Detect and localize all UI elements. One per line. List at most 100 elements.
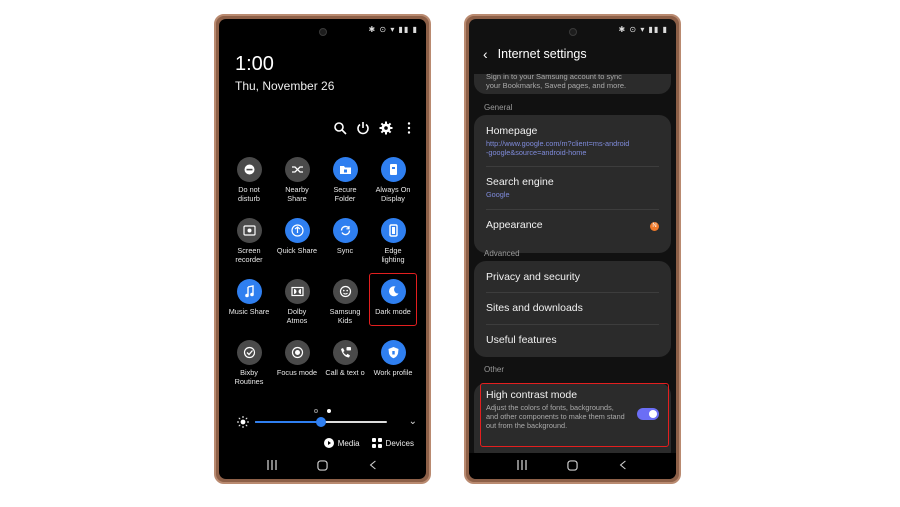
qs-tile[interactable]: Call & text o (321, 338, 369, 391)
music-note-icon (236, 279, 262, 304)
power-icon[interactable] (356, 121, 370, 135)
qs-tile-label: Dark mode (375, 307, 411, 316)
gear-icon[interactable] (379, 121, 393, 135)
dolby-icon (284, 279, 310, 304)
qs-tile[interactable]: Edge lighting (369, 216, 417, 269)
section-advanced: Advanced (484, 249, 520, 258)
qs-tile[interactable]: Music Share (225, 277, 273, 330)
qs-tile[interactable]: Bixby Routines (225, 338, 273, 391)
clock-time: 1:00 (235, 53, 274, 75)
privacy-title: Privacy and security (486, 271, 580, 283)
search-engine-title: Search engine (486, 176, 554, 188)
qs-tile[interactable]: Sync (321, 216, 369, 269)
sync-text: Sign in to your Samsung account to sync … (486, 72, 626, 90)
divider (486, 166, 659, 167)
shield-icon (380, 340, 406, 365)
qs-tile-label: Edge lighting (381, 246, 405, 264)
media-button[interactable]: Media (323, 438, 360, 448)
homepage-url-line2: -google&source=android-home (486, 148, 587, 157)
home-icon[interactable] (565, 459, 579, 471)
edge-lighting-icon (380, 218, 406, 243)
section-general: General (484, 103, 513, 112)
qs-tile-label: Secure Folder (333, 185, 357, 203)
qs-tile-label: Samsung Kids (329, 307, 361, 325)
page-dot-active (326, 409, 331, 413)
sync-text-line1: Sign in to your Samsung account to sync (486, 72, 622, 81)
search-icon[interactable] (333, 121, 347, 135)
qs-tile[interactable]: Do not disturb (225, 155, 273, 208)
play-circle-icon (323, 438, 334, 448)
devices-label: Devices (385, 438, 414, 448)
general-card: Homepage http://www.google.com/m?client=… (474, 115, 671, 253)
appearance-title: Appearance (486, 219, 543, 231)
qs-tile[interactable]: Samsung Kids (321, 277, 369, 330)
back-arrow-icon[interactable]: ‹ (483, 46, 488, 62)
sites-row[interactable]: Sites and downloads (486, 302, 659, 314)
brightness-knob[interactable] (316, 417, 326, 427)
internet-settings-screen: ✱ ⊙ ▾ ▮▮ ▮ ‹ Internet settings Sign in t… (469, 19, 676, 479)
highlight-box (480, 383, 669, 447)
recents-icon[interactable] (265, 459, 279, 471)
appearance-row[interactable]: Appearance (486, 219, 659, 231)
recents-icon[interactable] (515, 459, 529, 471)
page-dot (314, 409, 319, 413)
nearby-share-icon (284, 157, 310, 182)
back-icon[interactable] (366, 459, 380, 471)
sync-icon (332, 218, 358, 243)
section-other: Other (484, 365, 505, 374)
qs-tile-label: Call & text o (325, 368, 365, 377)
qs-tile-label: Quick Share (276, 246, 318, 255)
media-devices-row: Media Devices (323, 438, 414, 448)
qs-tile[interactable]: Work profile (369, 338, 417, 391)
privacy-row[interactable]: Privacy and security (486, 271, 659, 283)
homepage-url: http://www.google.com/m?client=ms-androi… (486, 139, 659, 157)
call-text-icon (332, 340, 358, 365)
phone-left: ✱ ⊙ ▾ ▮▮ ▮ 1:00 Thu, November 26 Do not … (214, 14, 431, 484)
check-circle-icon (236, 340, 262, 365)
qs-tile-label: Always On Display (375, 185, 411, 203)
status-bar-icons: ✱ ⊙ ▾ ▮▮ ▮ (618, 25, 668, 34)
app-header: ‹ Internet settings (483, 46, 587, 62)
search-engine-value: Google (486, 190, 510, 199)
clock-screen-icon (380, 157, 406, 182)
devices-button[interactable]: Devices (371, 438, 414, 448)
more-vert-icon[interactable] (402, 121, 416, 135)
homepage-row[interactable]: Homepage http://www.google.com/m?client=… (486, 125, 659, 157)
qs-tile-label: Screen recorder (235, 246, 263, 264)
sync-text-line2: your Bookmarks, Saved pages, and more. (486, 81, 627, 90)
screen-record-icon (236, 218, 262, 243)
qs-tile[interactable]: Screen recorder (225, 216, 273, 269)
homepage-url-line1: http://www.google.com/m?client=ms-androi… (486, 139, 630, 148)
useful-features-row[interactable]: Useful features (486, 334, 659, 346)
back-icon[interactable] (616, 459, 630, 471)
divider (486, 209, 659, 210)
divider (486, 292, 659, 293)
qs-tile[interactable]: Nearby Share (273, 155, 321, 208)
devices-grid-icon (371, 438, 382, 448)
sync-card: Sign in to your Samsung account to sync … (474, 72, 671, 94)
nav-bar (219, 459, 426, 471)
search-engine-row[interactable]: Search engine Google (486, 176, 659, 199)
divider (486, 324, 659, 325)
brightness-slider[interactable]: ⌄ (237, 416, 417, 428)
home-icon[interactable] (315, 459, 329, 471)
qs-tile-label: Dolby Atmos (286, 307, 308, 325)
moon-icon (380, 279, 406, 304)
folder-icon (332, 157, 358, 182)
phone-right: ✱ ⊙ ▾ ▮▮ ▮ ‹ Internet settings Sign in t… (464, 14, 681, 484)
front-camera (318, 28, 327, 36)
qs-tile[interactable]: Dolby Atmos (273, 277, 321, 330)
qs-tile-label: Music Share (228, 307, 270, 316)
share-icon (284, 218, 310, 243)
front-camera (568, 28, 577, 36)
qs-tile-label: Focus mode (276, 368, 318, 377)
sites-title: Sites and downloads (486, 302, 583, 314)
qs-tile[interactable]: Always On Display (369, 155, 417, 208)
qs-tile[interactable]: Quick Share (273, 216, 321, 269)
chevron-down-icon[interactable]: ⌄ (409, 416, 417, 427)
qs-tile[interactable]: Focus mode (273, 338, 321, 391)
homepage-title: Homepage (486, 125, 538, 137)
brightness-fill (255, 421, 321, 423)
qs-tile[interactable]: Secure Folder (321, 155, 369, 208)
qs-tile[interactable]: Dark mode (369, 273, 417, 330)
